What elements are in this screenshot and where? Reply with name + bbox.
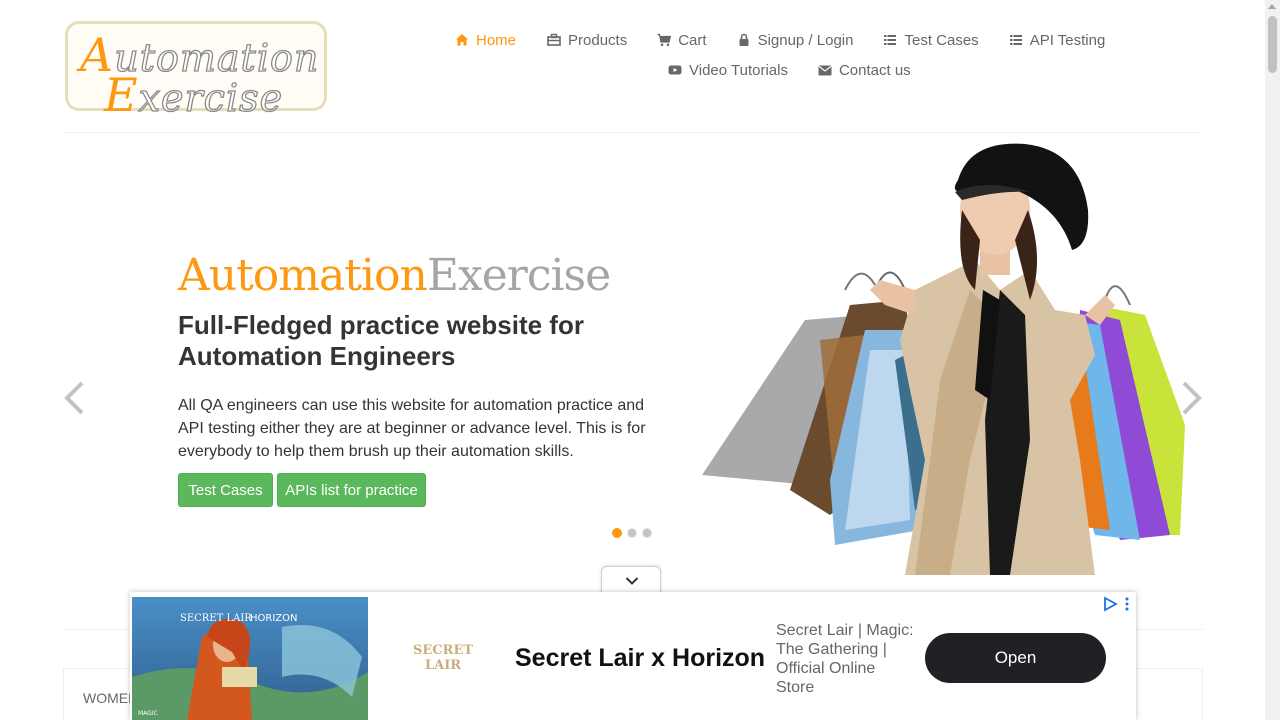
svg-text:SECRET: SECRET (413, 643, 473, 658)
envelope-icon (818, 65, 832, 76)
ad-subtitle: Secret Lair | Magic: The Gathering | Off… (776, 622, 914, 696)
nav-cart[interactable]: Cart (657, 26, 707, 54)
ad-collapse-toggle[interactable] (601, 566, 661, 595)
nav-signup-login[interactable]: Signup / Login (737, 26, 853, 54)
nav-test-cases[interactable]: Test Cases (883, 26, 979, 54)
nav-api-testing[interactable]: API Testing (1009, 26, 1105, 54)
ad-open-button[interactable]: Open (925, 633, 1106, 683)
site-logo[interactable]: Automation Exercise (65, 21, 327, 122)
hero-image (702, 143, 1185, 575)
slider-headline: Full-Fledged practice website for Automa… (178, 310, 584, 371)
nav-row-2: Video Tutorials Contact us (668, 56, 911, 84)
slider-dot-3[interactable] (642, 528, 652, 538)
scroll-up-arrow-icon[interactable] (1265, 0, 1280, 14)
header-divider (63, 132, 1203, 133)
svg-text:MAGIC: MAGIC (138, 710, 158, 717)
ad-choices-icon[interactable] (1104, 596, 1132, 612)
scroll-thumb[interactable] (1268, 16, 1277, 73)
logo-line-2: Exercise (104, 68, 284, 122)
list-icon (1009, 35, 1022, 45)
products-icon (547, 33, 561, 46)
nav-row-1: Home Products Cart Signup / Login Test C… (455, 26, 1105, 54)
list-icon (884, 35, 897, 45)
home-icon (456, 34, 468, 46)
slider-dot-1[interactable] (612, 528, 622, 538)
ad-image[interactable]: SECRET LAIR HORIZON MAGIC (132, 597, 368, 720)
slider-description: All QA engineers can use this website fo… (178, 397, 646, 460)
cart-icon (657, 33, 672, 47)
slider-dot-2[interactable] (627, 528, 637, 538)
slider-indicators (612, 528, 652, 538)
nav-contact-us[interactable]: Contact us (818, 56, 911, 84)
ad-brand-logo: SECRET LAIR (413, 643, 473, 673)
nav-home[interactable]: Home (455, 26, 516, 54)
slider-brand: AutomationExercise (178, 250, 611, 301)
youtube-icon (668, 65, 682, 75)
svg-text:HORIZON: HORIZON (250, 613, 298, 624)
test-cases-button[interactable]: Test Cases (178, 473, 273, 507)
nav-products[interactable]: Products (547, 26, 627, 54)
lock-icon (739, 33, 749, 46)
svg-text:SECRET LAIR: SECRET LAIR (180, 613, 252, 624)
chevron-down-icon (625, 577, 639, 585)
ad-artwork: SECRET LAIR HORIZON MAGIC (132, 597, 368, 720)
page: Automation Exercise Home Products Cart S… (0, 0, 1280, 720)
page-scrollbar[interactable] (1265, 0, 1280, 720)
apis-list-button[interactable]: APIs list for practice (277, 473, 426, 507)
slider-prev-arrow-icon[interactable] (60, 380, 90, 416)
nav-video-tutorials[interactable]: Video Tutorials (668, 56, 788, 84)
svg-text:LAIR: LAIR (425, 658, 461, 673)
ad-banner[interactable]: SECRET LAIR HORIZON MAGIC SECRET LAIR Se… (130, 592, 1136, 720)
ad-title[interactable]: Secret Lair x Horizon (515, 644, 765, 673)
